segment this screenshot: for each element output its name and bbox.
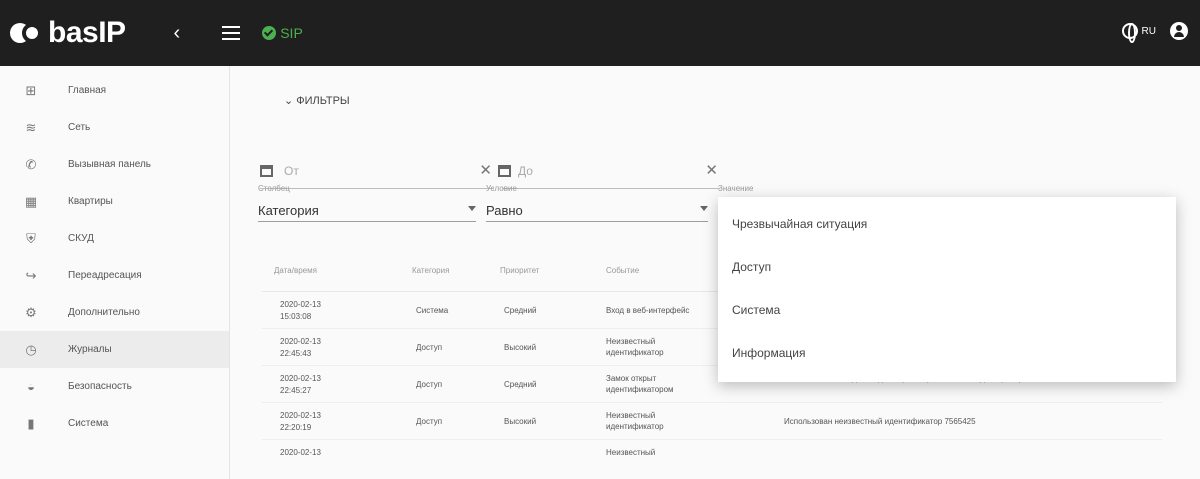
table-row[interactable]: 2020-02-13 22:20:19 Доступ Высокий Неизв… <box>262 403 1162 440</box>
row-details: Использован неизвестный идентификатор 75… <box>784 417 976 426</box>
sidebar-item-security[interactable]: ◒ Безопасность <box>0 368 229 405</box>
sidebar-item-label: Вызывная панель <box>68 159 151 170</box>
clear-icon[interactable]: ✕ <box>479 161 492 179</box>
row-time: 22:20:19 <box>280 423 312 432</box>
sidebar-item-label: Квартиры <box>68 196 113 207</box>
collapse-sidebar-button[interactable]: ‹ <box>174 22 181 45</box>
top-bar: basIP ‹ SIP RU <box>0 0 1200 66</box>
condition-select-value: Равно <box>486 203 523 218</box>
row-time: 22:45:27 <box>280 386 312 395</box>
logo-text: basIP <box>48 16 126 49</box>
table-row[interactable]: 2020-02-13 Неизвестный <box>262 440 1162 477</box>
sidebar-item-system[interactable]: ▮ Система <box>0 405 229 442</box>
dashboard-icon: ⊞ <box>25 82 37 98</box>
row-event: Неизвестный идентификатор <box>606 337 664 357</box>
clear-icon[interactable]: ✕ <box>705 161 718 179</box>
device-icon: ▮ <box>27 415 35 431</box>
row-date: 2020-02-13 <box>280 337 321 346</box>
row-priority: Высокий <box>504 343 537 352</box>
calendar-icon[interactable] <box>260 165 273 177</box>
clock-icon: ◷ <box>25 341 37 357</box>
value-select-label: Значение <box>718 184 754 193</box>
sidebar-item-network[interactable]: ≋ Сеть <box>0 109 229 146</box>
building-icon: ▦ <box>24 193 38 209</box>
date-to-placeholder: До <box>518 164 533 178</box>
column-header-event[interactable]: Событие <box>606 266 639 275</box>
value-dropdown-menu: Чрезвычайная ситуация Доступ Система Инф… <box>718 197 1176 382</box>
user-account-icon[interactable] <box>1170 22 1188 40</box>
security-icon: ◒ <box>27 378 35 394</box>
phone-icon: ✆ <box>25 156 37 172</box>
sidebar-item-label: Журналы <box>68 344 112 355</box>
row-category: Доступ <box>416 343 443 352</box>
language-selector[interactable]: RU <box>1142 26 1156 37</box>
row-category: Доступ <box>416 417 443 426</box>
row-date: 2020-02-13 <box>280 411 321 420</box>
check-circle-icon <box>262 26 277 40</box>
sidebar-item-apartments[interactable]: ▦ Квартиры <box>0 183 229 220</box>
globe-icon[interactable] <box>1121 23 1138 43</box>
logo-mark-icon <box>10 21 46 45</box>
filters-toggle[interactable]: ⌄ ФИЛЬТРЫ <box>284 94 350 107</box>
condition-select[interactable]: Условие Равно <box>486 184 708 222</box>
row-category: Доступ <box>416 380 443 389</box>
call-forward-icon: ↪ <box>25 267 37 283</box>
column-select-label: Столбец <box>258 184 290 193</box>
column-header-category[interactable]: Категория <box>412 266 449 275</box>
row-event: Неизвестный <box>606 448 656 457</box>
sidebar-item-main[interactable]: ⊞ Главная <box>0 72 229 109</box>
sidebar-item-call-panel[interactable]: ✆ Вызывная панель <box>0 146 229 183</box>
sidebar-item-label: Сеть <box>68 122 91 133</box>
sidebar-item-label: Дополнительно <box>68 307 140 318</box>
column-header-datetime[interactable]: Дата/время <box>274 266 317 275</box>
sidebar-item-advanced[interactable]: ⚙ Дополнительно <box>0 294 229 331</box>
dropdown-option-system[interactable]: Система <box>732 303 780 317</box>
sidebar-item-label: Переадресация <box>68 270 142 281</box>
sip-label: SIP <box>280 25 303 41</box>
dropdown-option-info[interactable]: Информация <box>732 346 805 360</box>
wifi-icon: ≋ <box>25 119 37 135</box>
sidebar-item-logs[interactable]: ◷ Журналы <box>0 331 229 368</box>
chevron-down-icon <box>468 206 476 211</box>
row-event: Замок открыт идентификатором <box>606 374 674 394</box>
row-date: 2020-02-13 <box>280 300 321 309</box>
condition-select-label: Условие <box>486 184 517 193</box>
shield-icon: ⛨ <box>26 230 36 246</box>
gear-icon: ⚙ <box>25 304 37 320</box>
row-event: Неизвестный идентификатор <box>606 411 664 431</box>
logo[interactable]: basIP <box>10 16 126 50</box>
dropdown-option-emergency[interactable]: Чрезвычайная ситуация <box>732 217 867 231</box>
chevron-down-icon <box>700 206 708 211</box>
row-category: Система <box>416 306 449 315</box>
date-from-placeholder: От <box>284 164 299 178</box>
column-select[interactable]: Столбец Категория <box>258 184 476 222</box>
sidebar-item-forwarding[interactable]: ↪ Переадресация <box>0 257 229 294</box>
sidebar: ⊞ Главная ≋ Сеть ✆ Вызывная панель ▦ Квартир… <box>0 66 230 479</box>
sip-status: SIP <box>262 25 303 41</box>
row-priority: Средний <box>504 380 537 389</box>
dropdown-option-access[interactable]: Доступ <box>732 260 771 274</box>
row-date: 2020-02-13 <box>280 374 321 383</box>
sidebar-item-label: Главная <box>68 85 107 96</box>
row-priority: Высокий <box>504 417 537 426</box>
row-priority: Средний <box>504 306 537 315</box>
sidebar-item-access-control[interactable]: ⛨ СКУД <box>0 220 229 257</box>
hamburger-menu-icon[interactable] <box>222 26 241 40</box>
calendar-icon[interactable] <box>498 165 511 177</box>
row-date: 2020-02-13 <box>280 448 321 457</box>
sidebar-item-label: Система <box>68 418 109 429</box>
column-header-priority[interactable]: Приоритет <box>500 266 539 275</box>
row-time: 22:45:43 <box>280 349 312 358</box>
row-event: Вход в веб-интерфейс <box>606 306 690 315</box>
sidebar-item-label: СКУД <box>68 233 94 244</box>
row-time: 15:03:08 <box>280 312 312 321</box>
sidebar-item-label: Безопасность <box>68 381 132 392</box>
column-select-value: Категория <box>258 203 319 218</box>
